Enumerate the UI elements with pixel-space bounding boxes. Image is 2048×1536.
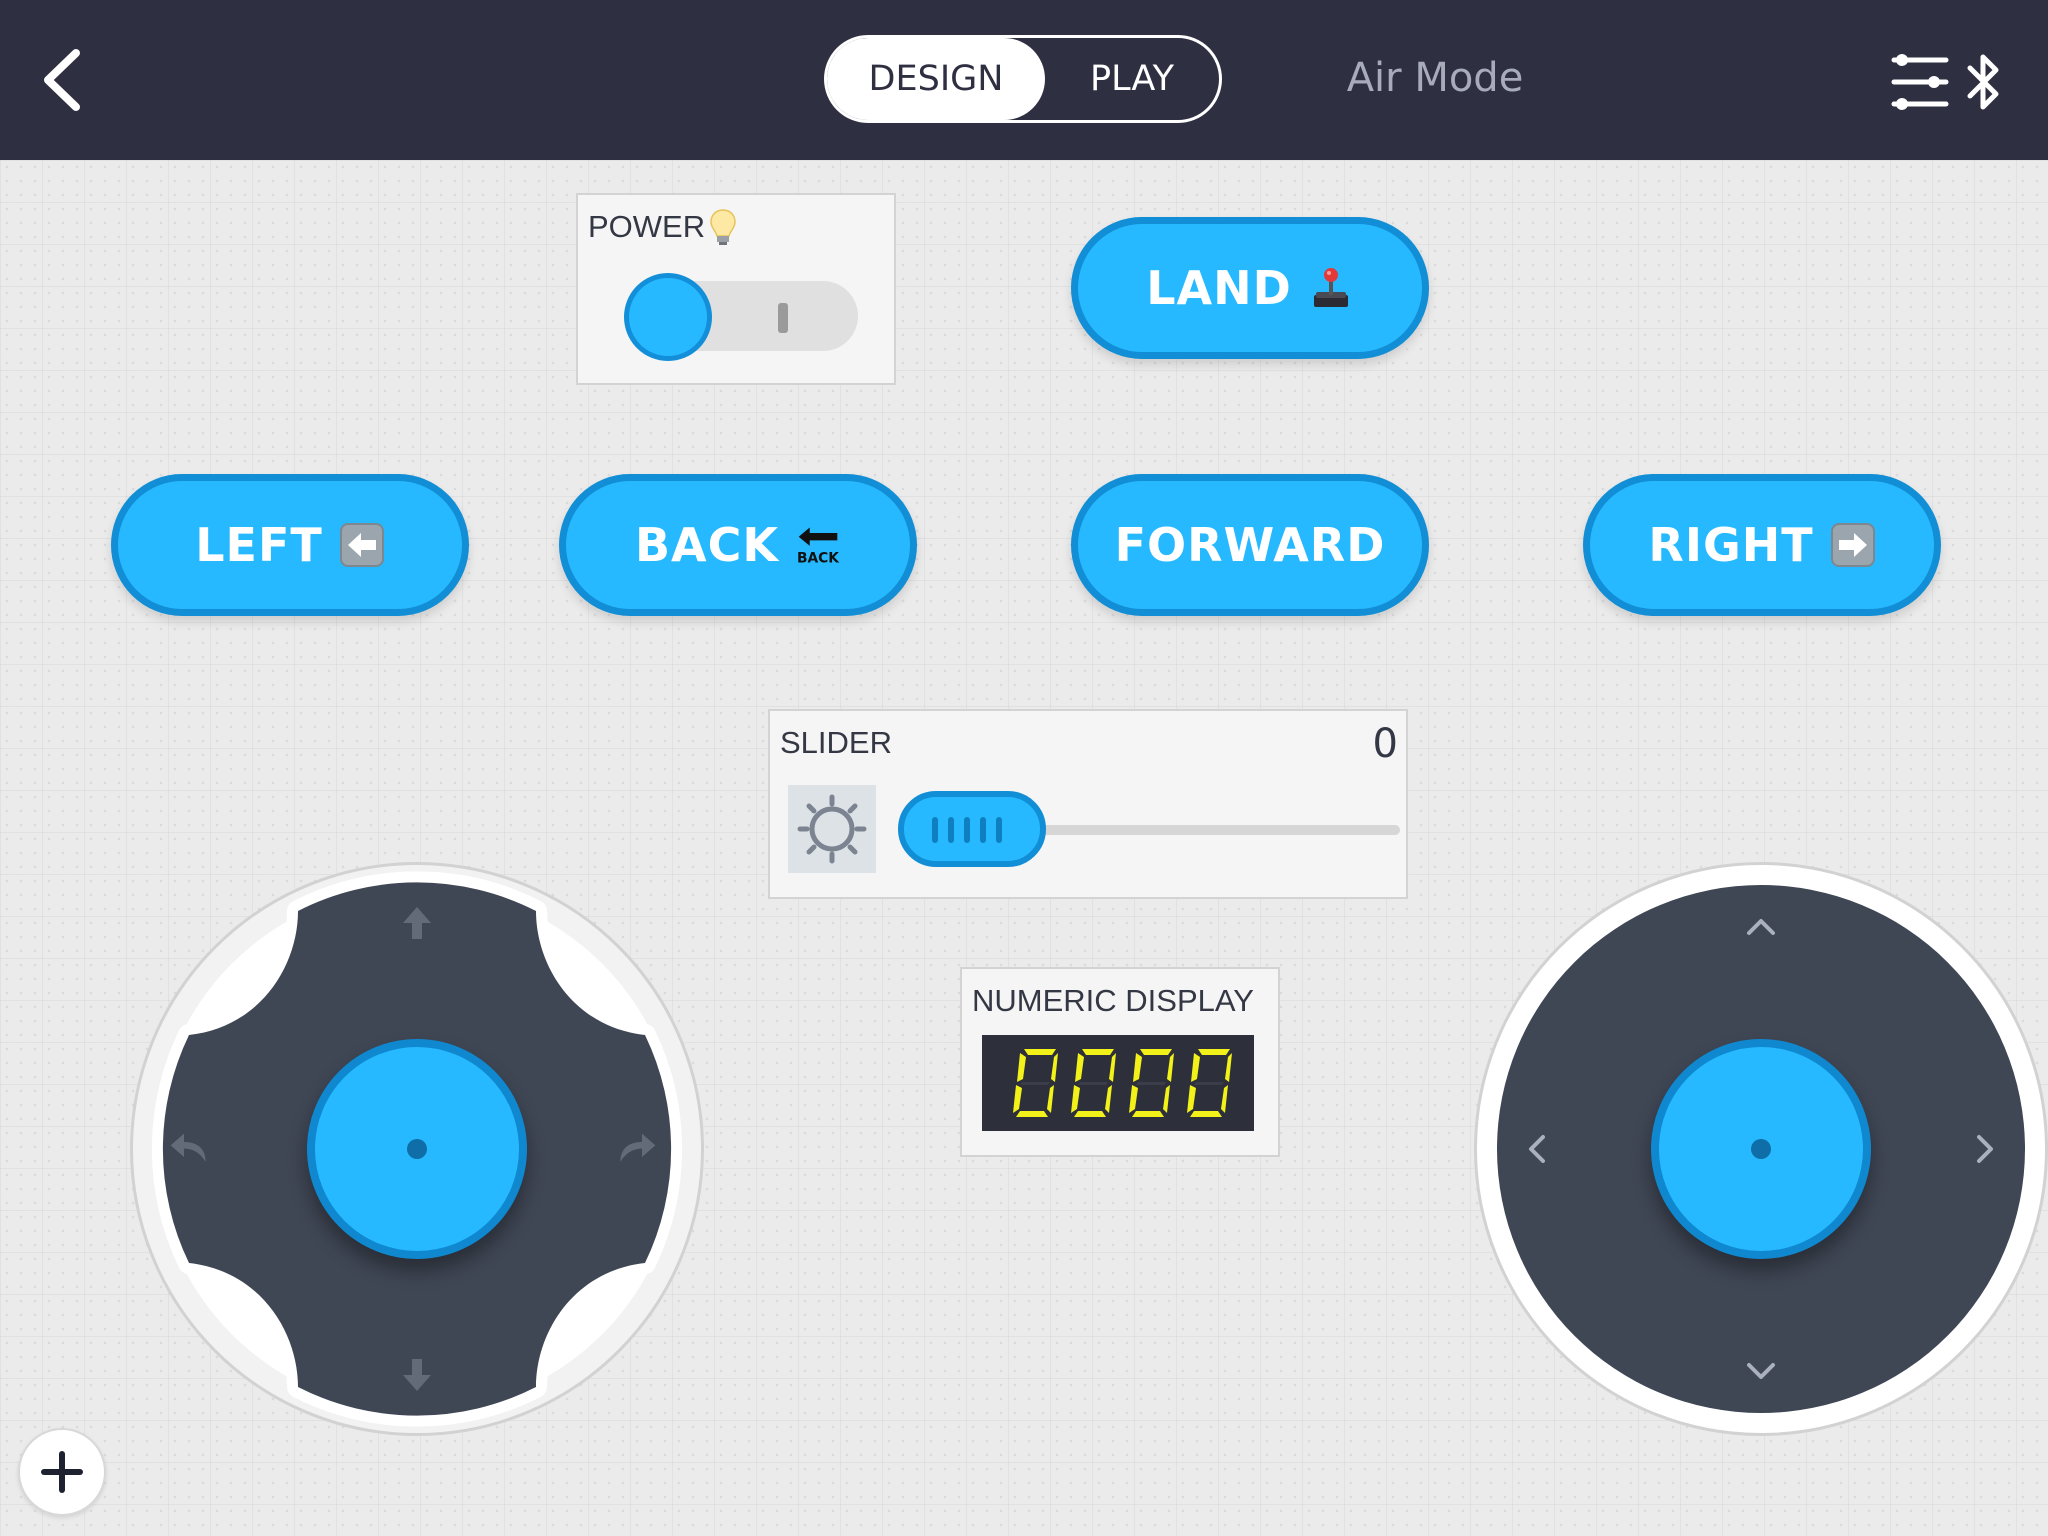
slider-grip-line [964,817,970,843]
slider-grip-line [996,817,1002,843]
power-switch-widget: POWER [576,193,896,385]
slider-grip-line [980,817,986,843]
slider-grip-line [948,817,954,843]
lcd-digit [1187,1049,1232,1117]
back-arrow-icon: BACK [797,527,840,566]
chevron-left-icon [1529,1135,1545,1163]
forward-button-label: FORWARD [1114,518,1386,572]
forward-button[interactable]: FORWARD [1071,474,1429,616]
sun-icon [797,794,867,864]
slider-icon-box [788,785,876,873]
chevron-down-icon [1747,1363,1775,1379]
back-icon-text: BACK [797,550,840,566]
left-button[interactable]: LEFT [111,474,469,616]
left-joystick[interactable] [130,862,704,1436]
sliders-icon[interactable] [1888,52,1952,112]
lcd-screen: 0000 [982,1035,1254,1131]
right-arrow-icon [1830,523,1875,567]
numeric-display-widget: NUMERIC DISPLAY 0000 [960,967,1280,1157]
slider-widget: SLIDER 0 [768,709,1408,899]
chevron-right-icon [1977,1135,1993,1163]
power-toggle-knob[interactable] [624,273,712,361]
right-button[interactable]: RIGHT [1583,474,1941,616]
slider-grip-line [932,817,938,843]
slider-title: SLIDER [780,725,892,760]
power-title: POWER [588,209,706,244]
left-joystick-knob[interactable] [307,1039,527,1259]
tab-play[interactable]: PLAY [1045,38,1219,120]
chevron-left-icon [44,49,80,111]
joystick-center-dot [407,1139,427,1159]
plus-icon [41,1451,83,1493]
turn-left-icon [170,1133,206,1162]
joystick-center-dot [1751,1139,1771,1159]
slider-handle[interactable] [898,791,1046,867]
bluetooth-icon[interactable] [1964,50,2004,114]
right-joystick-knob[interactable] [1651,1039,1871,1259]
slider-track[interactable] [1030,825,1400,835]
slider-value: 0 [1372,721,1398,767]
land-button-label: LAND [1146,261,1292,315]
lcd-digit [1013,1049,1058,1117]
add-widget-button[interactable] [18,1428,106,1516]
arrow-up-icon [403,907,431,939]
joystick-icon [1313,268,1348,307]
back-button-label: BACK [634,518,780,572]
power-toggle-notch [778,303,788,333]
turn-right-icon [620,1133,656,1162]
chevron-up-icon [1747,919,1775,935]
lcd-digit [1129,1049,1174,1117]
right-joystick[interactable] [1474,862,2048,1436]
top-bar: DESIGN PLAY Air Mode [0,0,2048,160]
arrow-down-icon [403,1359,431,1391]
tab-design[interactable]: DESIGN [827,38,1045,120]
air-mode-label[interactable]: Air Mode [1320,55,1550,101]
numeric-display-title: NUMERIC DISPLAY [972,983,1254,1018]
back-button[interactable] [38,45,94,115]
back-button-control[interactable]: BACK BACK [559,474,917,616]
left-arrow-icon [339,523,384,567]
right-button-label: RIGHT [1648,518,1814,572]
left-button-label: LEFT [195,518,323,572]
land-button[interactable]: LAND [1071,217,1429,359]
lcd-digit [1071,1049,1116,1117]
mode-segmented-control: DESIGN PLAY [824,35,1222,123]
light-bulb-icon [710,209,736,245]
